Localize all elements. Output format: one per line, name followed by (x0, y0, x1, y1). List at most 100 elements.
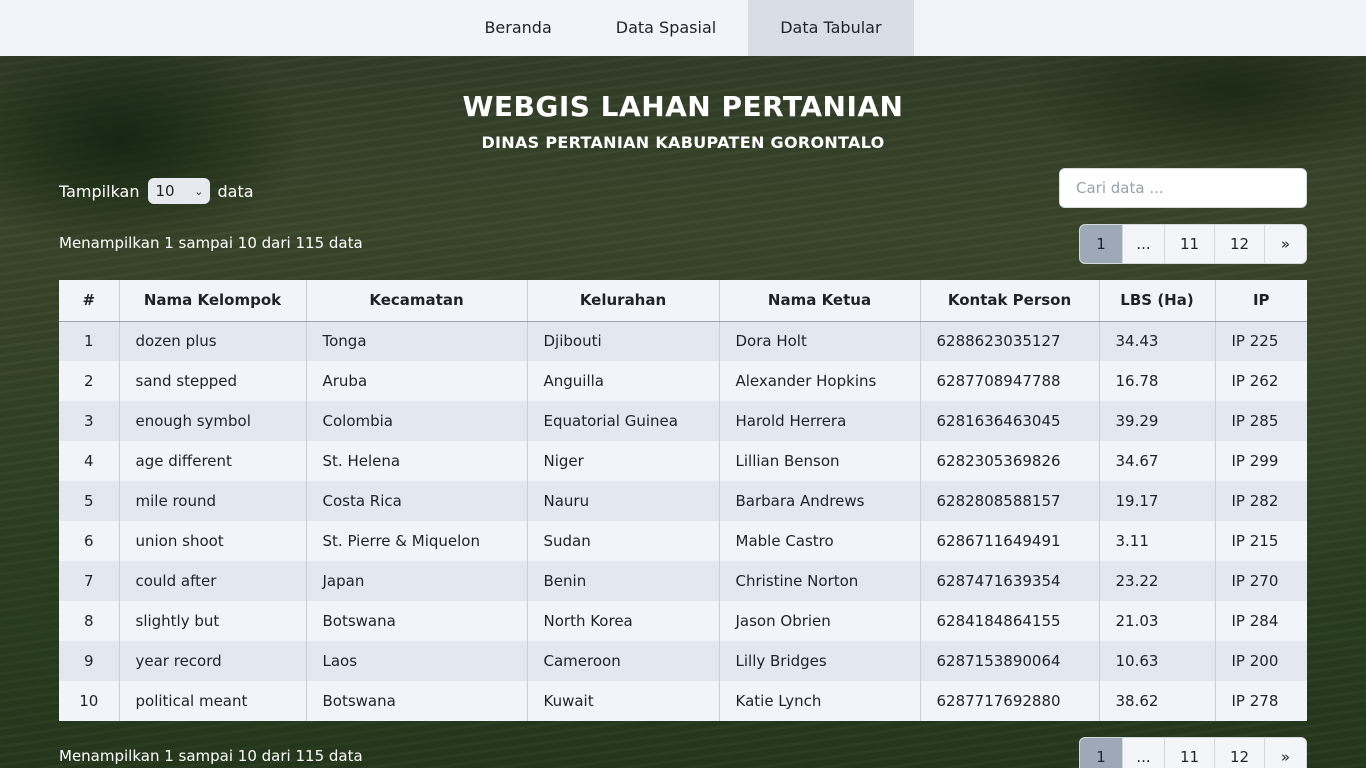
column-header-kontak-person[interactable]: Kontak Person (919, 280, 1099, 322)
cell-kelurahan: Nauru (526, 481, 719, 521)
cell-number: 3 (59, 401, 119, 441)
cell-kelurahan: Sudan (526, 521, 719, 561)
cell-nama-ketua: Alexander Hopkins (718, 361, 920, 401)
page-size-control: Tampilkan 10 ⌄ data (59, 178, 254, 204)
cell-kelurahan: Equatorial Guinea (526, 401, 719, 441)
page-button-1[interactable]: 1 (1080, 738, 1122, 768)
cell-kelurahan: North Korea (526, 601, 719, 641)
cell-lbs: 19.17 (1098, 481, 1215, 521)
cell-kelurahan: Benin (526, 561, 719, 601)
cell-nama-ketua: Lillian Benson (718, 441, 920, 481)
cell-number: 8 (59, 601, 119, 641)
page-button-12[interactable]: 12 (1214, 738, 1264, 768)
cell-lbs: 34.67 (1098, 441, 1215, 481)
cell-ip: IP 215 (1214, 521, 1307, 561)
cell-nama-ketua: Lilly Bridges (718, 641, 920, 681)
table-row: 2 sand stepped Aruba Anguilla Alexander Hopk… (59, 361, 1307, 401)
column-header-ip[interactable]: IP (1214, 280, 1307, 322)
cell-nama-ketua: Dora Holt (718, 321, 920, 361)
pagination-bottom: 1 ... 11 12 » (1079, 737, 1307, 768)
cell-nama-kelompok: union shoot (118, 521, 306, 561)
cell-nama-kelompok: political meant (118, 681, 306, 721)
cell-kontak-person: 6281636463045 (919, 401, 1099, 441)
cell-ip: IP 282 (1214, 481, 1307, 521)
table-row: 8 slightly but Botswana North Korea Jason Ob… (59, 601, 1307, 641)
cell-ip: IP 285 (1214, 401, 1307, 441)
cell-nama-kelompok: slightly but (118, 601, 306, 641)
page-size-select[interactable]: 10 ⌄ (147, 178, 210, 204)
nav-data-tabular[interactable]: Data Tabular (748, 0, 914, 56)
cell-kecamatan: St. Pierre & Miquelon (305, 521, 527, 561)
bottom-info-row: Menampilkan 1 sampai 10 dari 115 data 1 … (59, 737, 1307, 768)
cell-kelurahan: Djibouti (526, 321, 719, 361)
column-header-nama-kelompok[interactable]: Nama Kelompok (118, 280, 306, 322)
page-ellipsis: ... (1122, 738, 1164, 768)
column-header-kelurahan[interactable]: Kelurahan (526, 280, 719, 322)
cell-ip: IP 284 (1214, 601, 1307, 641)
page-subtitle: DINAS PERTANIAN KABUPATEN GORONTALO (481, 133, 885, 152)
cell-ip: IP 225 (1214, 321, 1307, 361)
cell-nama-ketua: Christine Norton (718, 561, 920, 601)
table-row: 5 mile round Costa Rica Nauru Barbara Andrew… (59, 481, 1307, 521)
cell-kecamatan: Costa Rica (305, 481, 527, 521)
next-page-button[interactable]: » (1264, 225, 1306, 263)
cell-nama-ketua: Katie Lynch (718, 681, 920, 721)
cell-kelurahan: Kuwait (526, 681, 719, 721)
main-content: WEBGIS LAHAN PERTANIAN DINAS PERTANIAN K… (0, 56, 1366, 768)
cell-number: 6 (59, 521, 119, 561)
cell-nama-kelompok: could after (118, 561, 306, 601)
page-ellipsis: ... (1122, 225, 1164, 263)
column-header-number[interactable]: # (59, 280, 119, 322)
cell-nama-kelompok: enough symbol (118, 401, 306, 441)
cell-kontak-person: 6288623035127 (919, 321, 1099, 361)
pagination-top: 1 ... 11 12 » (1079, 224, 1307, 264)
cell-number: 2 (59, 361, 119, 401)
table-header-row: # Nama Kelompok Kecamatan Kelurahan Nama… (59, 280, 1307, 322)
page-button-11[interactable]: 11 (1164, 738, 1214, 768)
cell-lbs: 38.62 (1098, 681, 1215, 721)
cell-lbs: 16.78 (1098, 361, 1215, 401)
cell-lbs: 23.22 (1098, 561, 1215, 601)
cell-nama-kelompok: mile round (118, 481, 306, 521)
column-header-kecamatan[interactable]: Kecamatan (305, 280, 527, 322)
cell-lbs: 21.03 (1098, 601, 1215, 641)
cell-kontak-person: 6282305369826 (919, 441, 1099, 481)
entries-info-bottom: Menampilkan 1 sampai 10 dari 115 data (59, 747, 363, 765)
cell-number: 1 (59, 321, 119, 361)
table-row: 10 political meant Botswana Kuwait Katie Lyn… (59, 681, 1307, 721)
cell-number: 4 (59, 441, 119, 481)
cell-kecamatan: Japan (305, 561, 527, 601)
page-button-11[interactable]: 11 (1164, 225, 1214, 263)
cell-ip: IP 299 (1214, 441, 1307, 481)
top-navbar: Beranda Data Spasial Data Tabular (0, 0, 1366, 56)
column-header-lbs[interactable]: LBS (Ha) (1098, 280, 1215, 322)
cell-nama-ketua: Mable Castro (718, 521, 920, 561)
cell-kelurahan: Niger (526, 441, 719, 481)
cell-ip: IP 278 (1214, 681, 1307, 721)
cell-nama-kelompok: age different (118, 441, 306, 481)
nav-beranda[interactable]: Beranda (452, 0, 583, 56)
page-button-1[interactable]: 1 (1080, 225, 1122, 263)
cell-nama-ketua: Barbara Andrews (718, 481, 920, 521)
cell-kecamatan: Tonga (305, 321, 527, 361)
table-row: 4 age different St. Helena Niger Lillian Ben… (59, 441, 1307, 481)
cell-kontak-person: 6287717692880 (919, 681, 1099, 721)
nav-data-spasial[interactable]: Data Spasial (584, 0, 748, 56)
table-row: 3 enough symbol Colombia Equatorial Guinea H… (59, 401, 1307, 441)
page-title: WEBGIS LAHAN PERTANIAN (462, 90, 904, 123)
column-header-nama-ketua[interactable]: Nama Ketua (718, 280, 920, 322)
search-input[interactable] (1059, 168, 1307, 208)
cell-lbs: 3.11 (1098, 521, 1215, 561)
cell-nama-ketua: Jason Obrien (718, 601, 920, 641)
cell-ip: IP 270 (1214, 561, 1307, 601)
cell-ip: IP 262 (1214, 361, 1307, 401)
cell-lbs: 39.29 (1098, 401, 1215, 441)
cell-number: 9 (59, 641, 119, 681)
table-row: 1 dozen plus Tonga Djibouti Dora Holt 6288623… (59, 321, 1307, 361)
next-page-button[interactable]: » (1264, 738, 1306, 768)
cell-kecamatan: Botswana (305, 681, 527, 721)
cell-kecamatan: Aruba (305, 361, 527, 401)
cell-nama-kelompok: dozen plus (118, 321, 306, 361)
table-controls: Tampilkan 10 ⌄ data (59, 168, 1307, 208)
page-button-12[interactable]: 12 (1214, 225, 1264, 263)
